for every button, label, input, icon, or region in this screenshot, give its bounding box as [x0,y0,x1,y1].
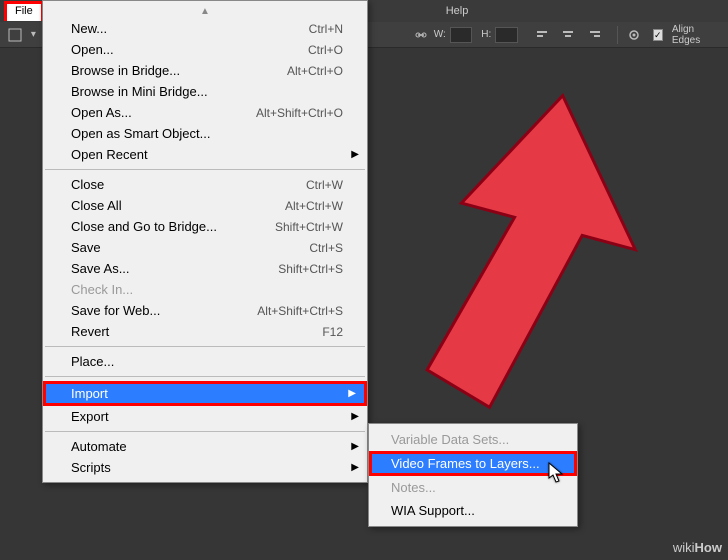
chevron-right-icon: ▶ [348,388,356,399]
height-input[interactable] [495,27,517,43]
gear-icon[interactable] [626,25,643,45]
menu-revert[interactable]: RevertF12 [43,321,367,342]
align-left-icon[interactable] [534,25,551,45]
chevron-right-icon: ▶ [351,462,359,473]
width-label: W: [434,29,446,40]
menu-open-as[interactable]: Open As...Alt+Shift+Ctrl+O [43,102,367,123]
menu-browse-bridge[interactable]: Browse in Bridge...Alt+Ctrl+O [43,60,367,81]
menu-automate[interactable]: Automate▶ [43,436,367,457]
tool-preset-icon[interactable] [8,25,22,45]
scroll-up-arrow[interactable]: ▲ [43,5,367,18]
menu-import[interactable]: Import▶ [43,381,367,406]
align-right-icon[interactable] [587,25,604,45]
file-menu-button[interactable]: File [4,1,44,21]
help-menu-button[interactable]: Help [436,3,479,19]
menu-new[interactable]: New...Ctrl+N [43,18,367,39]
history-icon[interactable]: ▾ [28,25,39,45]
menu-open[interactable]: Open...Ctrl+O [43,39,367,60]
chevron-right-icon: ▶ [351,441,359,452]
menu-save-as[interactable]: Save As...Shift+Ctrl+S [43,258,367,279]
menu-save-web[interactable]: Save for Web...Alt+Shift+Ctrl+S [43,300,367,321]
height-label: H: [481,29,491,40]
watermark: wikiHow [673,540,722,556]
width-input[interactable] [450,27,472,43]
menu-export[interactable]: Export▶ [43,406,367,427]
menu-save[interactable]: SaveCtrl+S [43,237,367,258]
align-edges-checkbox[interactable] [653,29,663,41]
menu-separator [45,376,365,377]
align-edges-label: Align Edges [672,24,716,46]
menu-separator [45,431,365,432]
menu-browse-mini-bridge[interactable]: Browse in Mini Bridge... [43,81,367,102]
menu-check-in: Check In... [43,279,367,300]
submenu-notes: Notes... [369,476,577,499]
menu-separator [45,169,365,170]
menu-close-bridge[interactable]: Close and Go to Bridge...Shift+Ctrl+W [43,216,367,237]
menu-close[interactable]: CloseCtrl+W [43,174,367,195]
menu-place[interactable]: Place... [43,351,367,372]
submenu-video-frames-to-layers[interactable]: Video Frames to Layers... [369,451,577,476]
chevron-right-icon: ▶ [351,149,359,160]
menu-separator [45,346,365,347]
submenu-wia-support[interactable]: WIA Support... [369,499,577,522]
align-center-icon[interactable] [560,25,577,45]
chevron-right-icon: ▶ [351,411,359,422]
menu-scripts[interactable]: Scripts▶ [43,457,367,478]
import-submenu: Variable Data Sets... Video Frames to La… [368,423,578,527]
link-icon[interactable] [415,25,427,45]
menu-open-smart[interactable]: Open as Smart Object... [43,123,367,144]
menu-open-recent[interactable]: Open Recent▶ [43,144,367,165]
submenu-variable-data-sets: Variable Data Sets... [369,428,577,451]
file-menu-dropdown: ▲ New...Ctrl+N Open...Ctrl+O Browse in B… [42,0,368,483]
menu-close-all[interactable]: Close AllAlt+Ctrl+W [43,195,367,216]
